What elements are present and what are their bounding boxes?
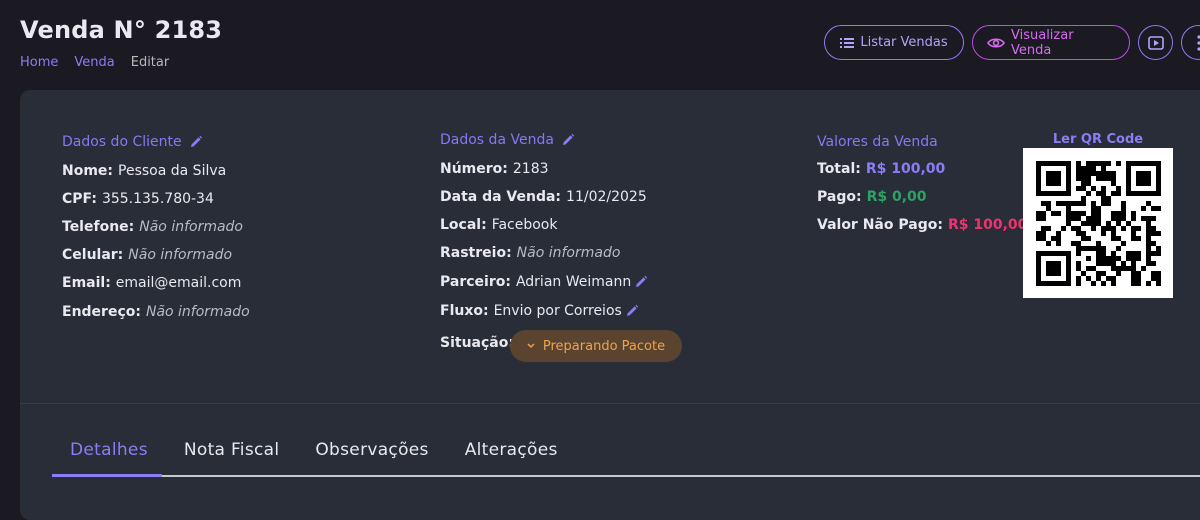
tab-alteracoes[interactable]: Alterações xyxy=(447,430,576,476)
field-label: Parceiro: xyxy=(440,274,511,290)
page-title: Venda N° 2183 xyxy=(20,16,222,44)
read-qr-code-link[interactable]: Ler QR Code xyxy=(1022,132,1174,147)
field-label: Número: xyxy=(440,161,508,177)
field-label: Celular: xyxy=(62,247,123,263)
list-sales-label: Listar Vendas xyxy=(860,35,947,50)
customer-email: email@email.com xyxy=(116,275,242,291)
customer-address: Não informado xyxy=(146,304,250,320)
customer-section-label: Dados do Cliente xyxy=(62,134,182,150)
field-label: Telefone: xyxy=(62,219,134,235)
edit-partner-pencil-icon[interactable] xyxy=(634,275,648,289)
value-unpaid-row: Valor Não Pago: R$ 100,00 xyxy=(817,217,1027,233)
value-total-row: Total: R$ 100,00 xyxy=(817,161,945,177)
sale-number-row: Número: 2183 xyxy=(440,161,549,177)
sale-tracking-row: Rastreio: Não informado xyxy=(440,245,620,261)
customer-mobile-row: Celular: Não informado xyxy=(62,247,232,263)
customer-name: Pessoa da Silva xyxy=(118,163,226,179)
field-label: Nome: xyxy=(62,163,113,179)
status-value: Preparando Pacote xyxy=(543,339,665,354)
sale-date-row: Data da Venda: 11/02/2025 xyxy=(440,189,647,205)
sale-partner-row: Parceiro: Adrian Weimann xyxy=(440,274,648,290)
more-vertical-icon xyxy=(1197,35,1200,51)
field-label: Rastreio: xyxy=(440,245,512,261)
sale-status-row: Situação: xyxy=(440,335,519,351)
customer-phone: Não informado xyxy=(139,219,243,235)
field-label: Local: xyxy=(440,217,487,233)
customer-cpf: 355.135.780-34 xyxy=(102,191,214,207)
breadcrumb-current: Editar xyxy=(131,55,170,70)
sale-date: 11/02/2025 xyxy=(566,189,647,205)
customer-mobile: Não informado xyxy=(128,247,232,263)
sale-number: 2183 xyxy=(513,161,549,177)
tabs: Detalhes Nota Fiscal Observações Alteraç… xyxy=(52,430,576,476)
tabs-underline xyxy=(52,475,1200,477)
play-icon xyxy=(1148,36,1164,50)
sale-section-label: Dados da Venda xyxy=(440,132,554,148)
value-paid-row: Pago: R$ 0,00 xyxy=(817,189,927,205)
view-sale-label: Visualizar Venda xyxy=(1011,28,1115,58)
field-label: Situação: xyxy=(440,335,514,351)
customer-section-title: Dados do Cliente xyxy=(62,134,203,150)
value-total: R$ 100,00 xyxy=(866,161,945,177)
field-label: Endereço: xyxy=(62,304,141,320)
field-label: Pago: xyxy=(817,189,862,205)
sale-partner: Adrian Weimann xyxy=(516,274,631,290)
sale-tracking: Não informado xyxy=(517,245,621,261)
customer-email-row: Email: email@email.com xyxy=(62,275,241,291)
edit-flow-pencil-icon[interactable] xyxy=(625,304,639,318)
sale-place: Facebook xyxy=(492,217,558,233)
sale-flow: Envio por Correios xyxy=(494,303,622,319)
play-button[interactable] xyxy=(1138,25,1173,60)
breadcrumb-home[interactable]: Home xyxy=(20,55,58,70)
edit-customer-pencil-icon[interactable] xyxy=(189,135,203,149)
value-unpaid: R$ 100,00 xyxy=(948,217,1027,233)
field-label: Valor Não Pago: xyxy=(817,217,943,233)
edit-sale-pencil-icon[interactable] xyxy=(561,133,575,147)
view-sale-button[interactable]: Visualizar Venda xyxy=(972,25,1130,60)
active-tab-indicator xyxy=(52,474,162,477)
field-label: Total: xyxy=(817,161,861,177)
tab-nota-fiscal[interactable]: Nota Fiscal xyxy=(166,430,298,476)
more-options-button[interactable] xyxy=(1181,25,1200,60)
header-actions: Listar Vendas Visualizar Venda xyxy=(824,25,1173,60)
customer-address-row: Endereço: Não informado xyxy=(62,304,250,320)
customer-name-row: Nome: Pessoa da Silva xyxy=(62,163,226,179)
breadcrumb-venda[interactable]: Venda xyxy=(74,55,114,70)
tab-detalhes[interactable]: Detalhes xyxy=(52,430,166,476)
sale-details-card: Dados do Cliente Nome: Pessoa da Silva CP… xyxy=(20,90,1200,520)
status-dropdown[interactable]: Preparando Pacote xyxy=(510,330,682,362)
breadcrumb: Home Venda Editar xyxy=(20,55,169,70)
qr-code[interactable] xyxy=(1023,148,1173,298)
field-label: Data da Venda: xyxy=(440,189,561,205)
section-divider xyxy=(20,403,1200,404)
sale-section-title: Dados da Venda xyxy=(440,132,575,148)
field-label: CPF: xyxy=(62,191,97,207)
values-section-title: Valores da Venda xyxy=(817,134,938,150)
sale-place-row: Local: Facebook xyxy=(440,217,557,233)
tab-observacoes[interactable]: Observações xyxy=(297,430,446,476)
field-label: Email: xyxy=(62,275,111,291)
list-sales-button[interactable]: Listar Vendas xyxy=(824,25,964,60)
field-label: Fluxo: xyxy=(440,303,489,319)
customer-cpf-row: CPF: 355.135.780-34 xyxy=(62,191,214,207)
sale-flow-row: Fluxo: Envio por Correios xyxy=(440,303,639,319)
values-section-label: Valores da Venda xyxy=(817,134,938,150)
customer-phone-row: Telefone: Não informado xyxy=(62,219,243,235)
chevron-down-icon xyxy=(527,343,535,349)
eye-icon xyxy=(987,37,1005,49)
list-icon xyxy=(840,37,854,49)
value-paid: R$ 0,00 xyxy=(867,189,927,205)
